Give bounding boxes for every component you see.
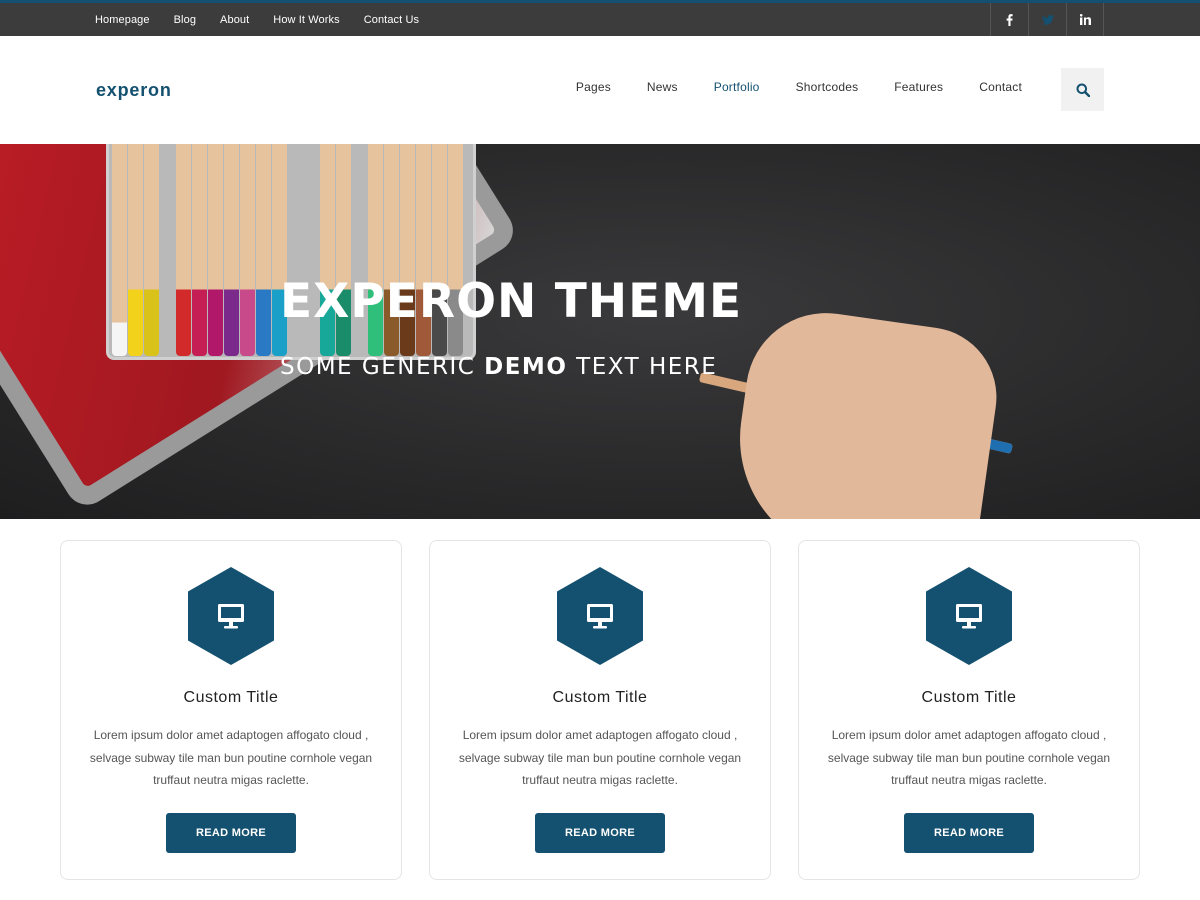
site-header: experon Pages News Portfolio Shortcodes … (0, 36, 1200, 144)
top-nav-about[interactable]: About (220, 14, 249, 26)
nav-shortcodes[interactable]: Shortcodes (796, 80, 859, 94)
search-icon (1076, 83, 1090, 97)
top-nav-blog[interactable]: Blog (174, 14, 196, 26)
monitor-icon (188, 567, 274, 665)
nav-contact[interactable]: Contact (979, 80, 1022, 94)
top-nav-contact-us[interactable]: Contact Us (364, 14, 419, 26)
top-nav-homepage[interactable]: Homepage (95, 14, 150, 26)
top-nav: Homepage Blog About How It Works Contact… (95, 3, 443, 36)
facebook-icon[interactable] (990, 3, 1028, 36)
read-more-button[interactable]: READ MORE (904, 813, 1034, 853)
feature-card: Custom Title Lorem ipsum dolor amet adap… (798, 540, 1140, 880)
linkedin-icon[interactable] (1066, 3, 1104, 36)
monitor-icon (557, 567, 643, 665)
social-links (990, 3, 1104, 36)
hero-title: EXPERON THEME (280, 274, 743, 329)
nav-news[interactable]: News (647, 80, 678, 94)
hero-subtitle-post: TEXT HERE (567, 354, 718, 380)
feature-card: Custom Title Lorem ipsum dolor amet adap… (429, 540, 771, 880)
read-more-button[interactable]: READ MORE (535, 813, 665, 853)
twitter-icon[interactable] (1028, 3, 1066, 36)
top-nav-how-it-works[interactable]: How It Works (273, 14, 339, 26)
nav-pages[interactable]: Pages (576, 80, 611, 94)
nav-features[interactable]: Features (894, 80, 943, 94)
hero-subtitle-bold: DEMO (484, 354, 568, 380)
card-title: Custom Title (921, 689, 1017, 706)
monitor-icon (926, 567, 1012, 665)
site-logo[interactable]: experon (96, 80, 172, 101)
search-button[interactable] (1061, 68, 1104, 111)
nav-portfolio[interactable]: Portfolio (714, 80, 760, 94)
hero-banner: EXPERON THEME SOME GENERIC DEMO TEXT HER… (0, 144, 1200, 519)
hero-subtitle-pre: SOME GENERIC (280, 354, 485, 380)
card-text: Lorem ipsum dolor amet adaptogen affogat… (458, 728, 742, 787)
read-more-button[interactable]: READ MORE (166, 813, 296, 853)
feature-card: Custom Title Lorem ipsum dolor amet adap… (60, 540, 402, 880)
card-text: Lorem ipsum dolor amet adaptogen affogat… (89, 728, 373, 787)
main-nav: Pages News Portfolio Shortcodes Features… (540, 80, 1022, 94)
card-title: Custom Title (552, 689, 648, 706)
top-bar: Homepage Blog About How It Works Contact… (0, 0, 1200, 36)
card-text: Lorem ipsum dolor amet adaptogen affogat… (827, 728, 1111, 787)
hero-hand-image (724, 302, 1006, 519)
card-title: Custom Title (183, 689, 279, 706)
hero-subtitle: SOME GENERIC DEMO TEXT HERE (280, 354, 717, 380)
